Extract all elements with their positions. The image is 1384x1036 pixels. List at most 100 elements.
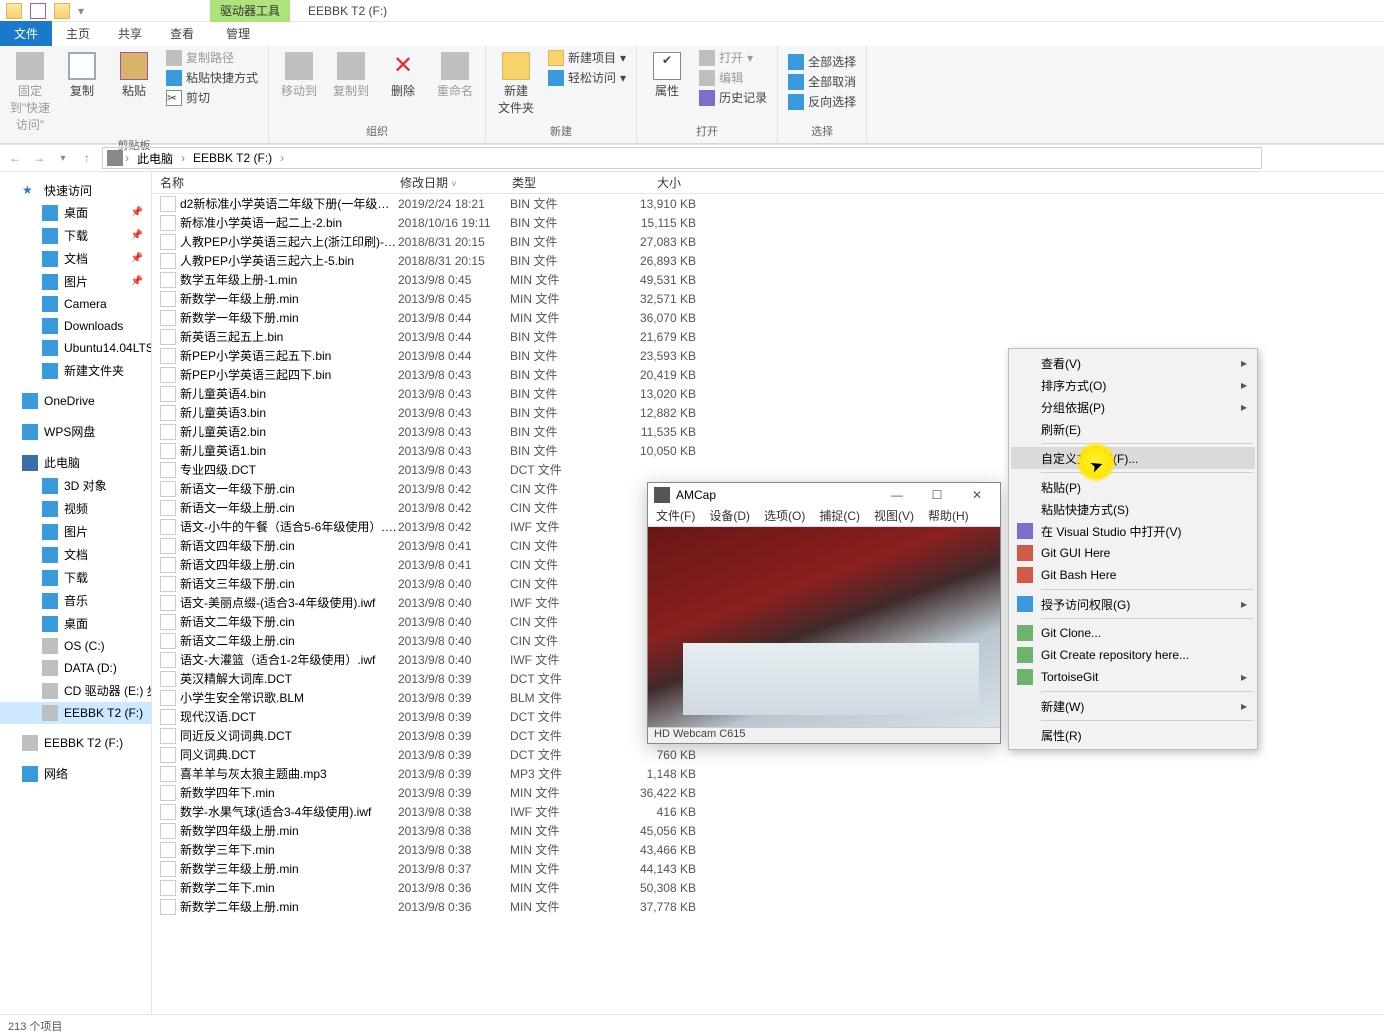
close-button[interactable]: ✕ xyxy=(960,485,994,505)
file-row[interactable]: 新数学四年下.min2013/9/8 0:39MIN 文件36,422 KB xyxy=(152,783,1384,802)
copy-to-button[interactable]: 复制到 xyxy=(327,48,375,103)
ctx-sort[interactable]: 排序方式(O)▸ xyxy=(1011,374,1255,396)
ctx-paste[interactable]: 粘贴(P) xyxy=(1011,476,1255,498)
sidebar-onedrive[interactable]: OneDrive xyxy=(0,390,151,412)
ctx-grant-access[interactable]: 授予访问权限(G)▸ xyxy=(1011,593,1255,615)
file-row[interactable]: d2新标准小学英语二年级下册(一年级起...2019/2/24 18:21BIN… xyxy=(152,194,1384,213)
tab-file[interactable]: 文件 xyxy=(0,21,52,46)
sidebar-quick-access[interactable]: ★快速访问 xyxy=(0,176,151,201)
ctx-new[interactable]: 新建(W)▸ xyxy=(1011,695,1255,717)
file-row[interactable]: 数学五年级上册-1.min2013/9/8 0:45MIN 文件49,531 K… xyxy=(152,270,1384,289)
amcap-menu-item[interactable]: 选项(O) xyxy=(764,507,805,526)
sidebar-item[interactable]: Ubuntu14.04LTS xyxy=(0,337,151,359)
invert-selection-button[interactable]: 反向选择 xyxy=(784,92,860,111)
ctx-git-gui[interactable]: Git GUI Here xyxy=(1011,542,1255,564)
file-row[interactable]: 新英语三起五上.bin2013/9/8 0:44BIN 文件21,679 KB xyxy=(152,327,1384,346)
sidebar-item[interactable]: Downloads xyxy=(0,315,151,337)
move-to-button[interactable]: 移动到 xyxy=(275,48,323,103)
breadcrumb-bar[interactable]: › 此电脑 › EEBBK T2 (F:) › xyxy=(102,147,1262,169)
new-item-button[interactable]: 新建项目 ▾ xyxy=(544,48,630,67)
column-type[interactable]: 类型 xyxy=(504,174,612,191)
ctx-group[interactable]: 分组依据(P)▸ xyxy=(1011,396,1255,418)
paste-shortcut-button[interactable]: 粘贴快捷方式 xyxy=(162,68,262,87)
amcap-menu-item[interactable]: 捕捉(C) xyxy=(819,507,860,526)
sidebar-item[interactable]: 桌面 xyxy=(0,612,151,635)
copy-button[interactable]: 复制 xyxy=(58,48,106,103)
edit-button[interactable]: 编辑 xyxy=(695,68,771,87)
ctx-customize-folder[interactable]: 自定义文件夹(F)... xyxy=(1011,447,1255,469)
paste-button[interactable]: 粘贴 xyxy=(110,48,158,103)
sidebar-item[interactable]: 3D 对象 xyxy=(0,474,151,497)
file-row[interactable]: 新数学一年级上册.min2013/9/8 0:45MIN 文件32,571 KB xyxy=(152,289,1384,308)
crumb-this-pc[interactable]: 此电脑 xyxy=(131,150,179,167)
cut-button[interactable]: ✂剪切 xyxy=(162,88,262,107)
ctx-git-create[interactable]: Git Create repository here... xyxy=(1011,644,1255,666)
nav-up-button[interactable]: ↑ xyxy=(78,149,96,167)
ctx-git-bash[interactable]: Git Bash Here xyxy=(1011,564,1255,586)
chevron-right-icon[interactable]: › xyxy=(123,151,131,165)
tab-home[interactable]: 主页 xyxy=(52,21,104,46)
file-row[interactable]: 人教PEP小学英语三起六上-5.bin2018/8/31 20:15BIN 文件… xyxy=(152,251,1384,270)
select-none-button[interactable]: 全部取消 xyxy=(784,72,860,91)
sidebar-item[interactable]: 音乐 xyxy=(0,589,151,612)
ctx-open-vs[interactable]: 在 Visual Studio 中打开(V) xyxy=(1011,520,1255,542)
properties-button[interactable]: ✔属性 xyxy=(643,48,691,103)
chevron-right-icon[interactable]: › xyxy=(179,151,187,165)
nav-back-button[interactable]: ← xyxy=(6,149,24,167)
rename-button[interactable]: 重命名 xyxy=(431,48,479,103)
nav-forward-button[interactable]: → xyxy=(30,149,48,167)
sidebar-item[interactable]: OS (C:) xyxy=(0,635,151,657)
sidebar-network[interactable]: 网络 xyxy=(0,762,151,785)
sidebar-item[interactable]: 文档📌 xyxy=(0,247,151,270)
sidebar-item[interactable]: 视频 xyxy=(0,497,151,520)
column-name[interactable]: 名称 xyxy=(152,174,392,191)
copy-path-button[interactable]: 复制路径 xyxy=(162,48,262,67)
ctx-view[interactable]: 查看(V)▸ xyxy=(1011,352,1255,374)
tab-manage[interactable]: 管理 xyxy=(212,21,264,46)
tab-share[interactable]: 共享 xyxy=(104,21,156,46)
sidebar-wps[interactable]: WPS网盘 xyxy=(0,420,151,443)
crumb-drive[interactable]: EEBBK T2 (F:) xyxy=(187,151,278,165)
sidebar-drive-dup[interactable]: EEBBK T2 (F:) xyxy=(0,732,151,754)
file-row[interactable]: 数学-水果气球(适合3-4年级使用).iwf2013/9/8 0:38IWF 文… xyxy=(152,802,1384,821)
qat-icon[interactable] xyxy=(30,3,46,19)
sidebar-item[interactable]: 下载 xyxy=(0,566,151,589)
sidebar-item[interactable]: DATA (D:) xyxy=(0,657,151,679)
amcap-menu-item[interactable]: 视图(V) xyxy=(874,507,914,526)
amcap-menu-item[interactable]: 设备(D) xyxy=(709,507,750,526)
ctx-tortoisegit[interactable]: TortoiseGit▸ xyxy=(1011,666,1255,688)
sidebar-item[interactable]: CD 驱动器 (E:) 步步 xyxy=(0,679,151,702)
chevron-right-icon[interactable]: › xyxy=(278,151,286,165)
ctx-paste-shortcut[interactable]: 粘贴快捷方式(S) xyxy=(1011,498,1255,520)
file-row[interactable]: 人教PEP小学英语三起六上(浙江印刷)-2....2018/8/31 20:15… xyxy=(152,232,1384,251)
file-row[interactable]: 新数学三年级上册.min2013/9/8 0:37MIN 文件44,143 KB xyxy=(152,859,1384,878)
ctx-refresh[interactable]: 刷新(E) xyxy=(1011,418,1255,440)
column-date[interactable]: 修改日期 ˅ xyxy=(392,174,504,191)
file-row[interactable]: 新数学一年级下册.min2013/9/8 0:44MIN 文件36,070 KB xyxy=(152,308,1384,327)
nav-recent-button[interactable]: ▾ xyxy=(54,149,72,167)
select-all-button[interactable]: 全部选择 xyxy=(784,52,860,71)
history-button[interactable]: 历史记录 xyxy=(695,88,771,107)
file-row[interactable]: 新数学二年下.min2013/9/8 0:36MIN 文件50,308 KB xyxy=(152,878,1384,897)
sidebar-item[interactable]: 新建文件夹 xyxy=(0,359,151,382)
file-row[interactable]: 喜羊羊与灰太狼主题曲.mp32013/9/8 0:39MP3 文件1,148 K… xyxy=(152,764,1384,783)
folder-icon[interactable] xyxy=(54,3,70,19)
column-size[interactable]: 大小 xyxy=(612,174,690,191)
sidebar-item[interactable]: 图片📌 xyxy=(0,270,151,293)
easy-access-button[interactable]: 轻松访问 ▾ xyxy=(544,68,630,87)
amcap-title-bar[interactable]: AMCap — ☐ ✕ xyxy=(648,483,1000,507)
amcap-window[interactable]: AMCap — ☐ ✕ 文件(F)设备(D)选项(O)捕捉(C)视图(V)帮助(… xyxy=(647,482,1001,744)
file-row[interactable]: 新标准小学英语一起二上-2.bin2018/10/16 19:11BIN 文件1… xyxy=(152,213,1384,232)
new-folder-button[interactable]: 新建 文件夹 xyxy=(492,48,540,120)
amcap-menu-item[interactable]: 文件(F) xyxy=(656,507,695,526)
sidebar-this-pc[interactable]: 此电脑 xyxy=(0,451,151,474)
sidebar-item[interactable]: 图片 xyxy=(0,520,151,543)
file-row[interactable]: 新数学四年级上册.min2013/9/8 0:38MIN 文件45,056 KB xyxy=(152,821,1384,840)
pin-quick-access-button[interactable]: 固定到"快速访问" xyxy=(6,48,54,137)
file-row[interactable]: 新数学二年级上册.min2013/9/8 0:36MIN 文件37,778 KB xyxy=(152,897,1384,916)
qat-dropdown-icon[interactable]: ▾ xyxy=(78,4,84,18)
sidebar-item[interactable]: Camera xyxy=(0,293,151,315)
open-button[interactable]: 打开 ▾ xyxy=(695,48,771,67)
delete-button[interactable]: ✕删除 xyxy=(379,48,427,103)
sidebar-item[interactable]: 桌面📌 xyxy=(0,201,151,224)
